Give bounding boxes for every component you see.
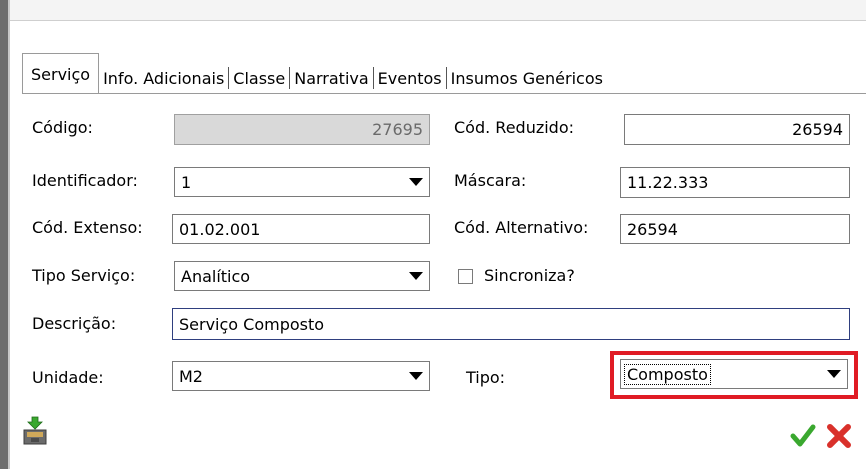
tab-eventos[interactable]: Eventos	[374, 62, 446, 94]
chevron-down-icon[interactable]	[403, 262, 429, 290]
sincroniza-label: Sincroniza?	[484, 266, 575, 285]
cod-extenso-label: Cód. Extenso:	[32, 218, 143, 237]
close-icon[interactable]	[826, 424, 852, 452]
tipo-value-wrap: Composto	[624, 360, 711, 388]
codigo-field[interactable]: 27695	[174, 114, 430, 145]
mascara-label: Máscara:	[454, 171, 527, 190]
tipo-servico-value: Analítico	[181, 266, 251, 286]
unidade-label: Unidade:	[32, 368, 104, 387]
window-left-bevel	[8, 0, 10, 469]
tipo-servico-dropdown[interactable]: Analítico	[174, 261, 430, 291]
unidade-dropdown[interactable]: M2	[172, 361, 430, 391]
cod-reduzido-field[interactable]: 26594	[624, 114, 850, 145]
tab-servico[interactable]: Serviço	[22, 53, 100, 94]
tab-classe[interactable]: Classe	[229, 62, 289, 94]
codigo-label: Código:	[32, 118, 93, 137]
tipo-label: Tipo:	[466, 368, 506, 387]
tab-baseline	[22, 93, 866, 94]
sincroniza-checkbox[interactable]	[458, 269, 473, 284]
save-to-archive-icon[interactable]	[22, 416, 48, 450]
checkmark-icon[interactable]	[790, 424, 816, 452]
cod-reduzido-label: Cód. Reduzido:	[454, 118, 575, 137]
tab-strip: Serviço Info. Adicionais Classe Narrativ…	[22, 52, 607, 94]
chevron-down-icon[interactable]	[403, 168, 429, 196]
window-top-bar	[0, 0, 866, 21]
identificador-label: Identificador:	[32, 171, 138, 190]
window-left-border	[0, 0, 8, 469]
tipo-servico-label: Tipo Serviço:	[32, 266, 136, 285]
tipo-dropdown[interactable]: Composto	[620, 359, 848, 389]
chevron-down-icon[interactable]	[821, 360, 847, 388]
identificador-value: 1	[181, 172, 192, 192]
tab-narrativa[interactable]: Narrativa	[290, 62, 372, 94]
cod-alternativo-label: Cód. Alternativo:	[454, 218, 589, 237]
tab-info-adicionais[interactable]: Info. Adicionais	[99, 62, 228, 94]
unidade-value: M2	[179, 366, 203, 386]
mascara-field[interactable]: 11.22.333	[620, 167, 850, 198]
identificador-dropdown[interactable]: 1	[174, 167, 430, 197]
chevron-down-icon[interactable]	[403, 362, 429, 390]
cod-alternativo-field[interactable]: 26594	[620, 214, 850, 244]
tipo-value: Composto	[624, 363, 711, 385]
descricao-field[interactable]: Serviço Composto	[172, 308, 850, 340]
tab-insumos-genericos[interactable]: Insumos Genéricos	[447, 62, 607, 94]
descricao-label: Descrição:	[32, 314, 117, 333]
cod-extenso-field[interactable]: 01.02.001	[172, 214, 430, 244]
